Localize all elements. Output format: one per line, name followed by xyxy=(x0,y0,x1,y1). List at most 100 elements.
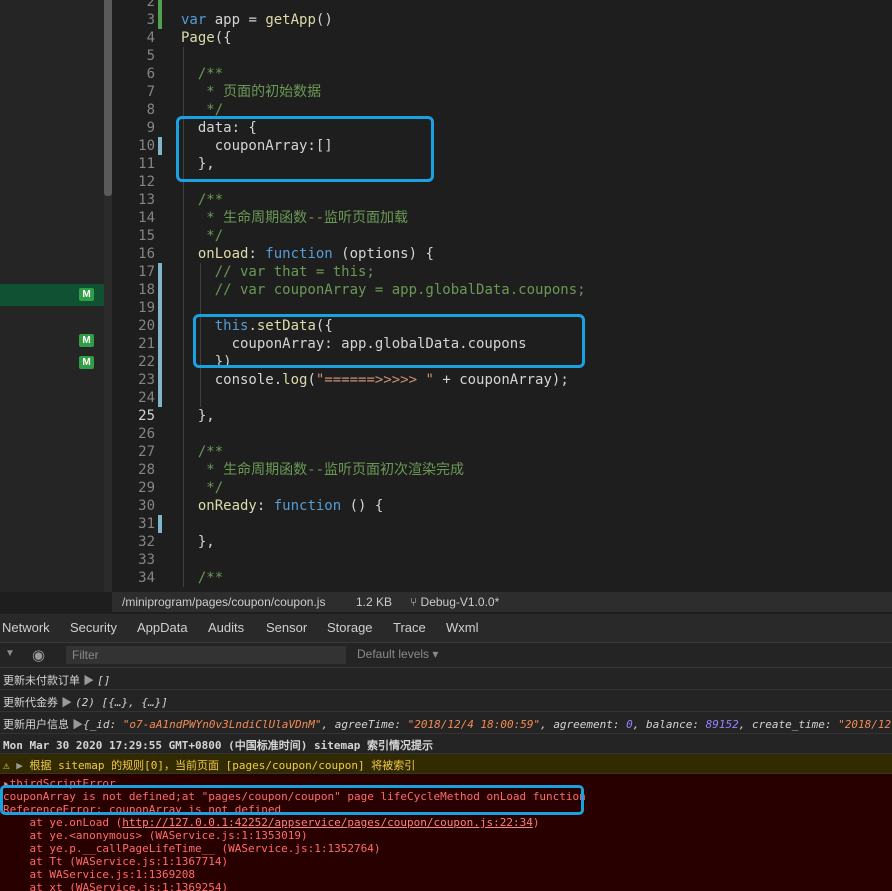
line-number: 27 xyxy=(138,444,155,460)
code-line[interactable]: 16 onLoad: function (options) { xyxy=(112,245,892,263)
git-change-marker xyxy=(158,0,162,11)
console-warning: ⚠ ▶ 根据 sitemap 的规则[0]，当前页面 [pages/coupon… xyxy=(0,754,892,774)
code-text: console.log("======>>>>> " + couponArray… xyxy=(181,372,569,388)
line-number: 24 xyxy=(138,390,155,406)
code-text: }, xyxy=(181,534,215,550)
indent-guide xyxy=(183,389,184,407)
code-text: * 生命周期函数--监听页面加载 xyxy=(197,210,409,226)
line-number: 22 xyxy=(138,354,155,370)
code-line[interactable]: 5 xyxy=(112,47,892,65)
code-text: Page({ xyxy=(181,30,232,46)
code-line[interactable]: 7 * 页面的初始数据 xyxy=(112,83,892,101)
code-line[interactable]: 31 xyxy=(112,515,892,533)
code-line[interactable]: 24 xyxy=(112,389,892,407)
code-text: }, xyxy=(181,408,215,424)
line-number: 23 xyxy=(138,372,155,388)
code-line[interactable]: 4 Page({ xyxy=(112,29,892,47)
explorer-item[interactable]: M xyxy=(0,330,104,352)
git-change-marker xyxy=(158,353,162,371)
tab-network[interactable]: Network xyxy=(2,620,50,635)
git-change-marker xyxy=(158,137,162,155)
default-levels-select[interactable]: Default levels ▾ xyxy=(357,647,438,661)
code-text: onReady: function () { xyxy=(197,498,384,514)
git-change-marker xyxy=(158,389,162,407)
tab-trace[interactable]: Trace xyxy=(393,620,426,635)
code-text: onLoad: function (options) { xyxy=(197,246,434,262)
indent-guide xyxy=(183,551,184,569)
line-number: 34 xyxy=(138,570,155,586)
modified-badge: M xyxy=(79,288,94,301)
tab-sensor[interactable]: Sensor xyxy=(266,620,307,635)
line-number: 16 xyxy=(138,246,155,262)
git-change-marker xyxy=(158,263,162,281)
git-change-marker xyxy=(158,11,162,29)
line-number: 10 xyxy=(138,138,155,154)
code-text: */ xyxy=(197,228,224,244)
code-line[interactable]: 14 * 生命周期函数--监听页面加载 xyxy=(112,209,892,227)
code-line[interactable]: 3 var app = getApp() xyxy=(112,11,892,29)
git-change-marker xyxy=(158,281,162,299)
code-line[interactable]: 29 */ xyxy=(112,479,892,497)
code-line[interactable]: 2 xyxy=(112,0,892,11)
explorer-scrollbar[interactable] xyxy=(104,0,112,196)
expand-arrow-icon[interactable]: ▶ xyxy=(16,759,23,772)
code-text: /** xyxy=(197,66,224,82)
tab-wxml[interactable]: Wxml xyxy=(446,620,479,635)
file-explorer: M M M xyxy=(0,0,104,592)
code-line[interactable]: 30 onReady: function () { xyxy=(112,497,892,515)
console-error: ▸thirdScriptError couponArray is not def… xyxy=(0,774,892,891)
line-number: 5 xyxy=(146,48,155,64)
tab-security[interactable]: Security xyxy=(70,620,117,635)
dropdown-arrow-icon[interactable]: ▼ xyxy=(5,648,15,659)
line-number: 9 xyxy=(146,120,155,136)
explorer-item-active[interactable]: M xyxy=(0,284,104,306)
eye-icon[interactable]: ◉ xyxy=(32,646,45,664)
highlight-box-data xyxy=(176,116,434,182)
code-line[interactable]: 13 /** xyxy=(112,191,892,209)
highlight-box-error xyxy=(0,785,584,815)
indent-guide xyxy=(183,299,184,317)
line-number: 19 xyxy=(138,300,155,316)
line-number: 14 xyxy=(138,210,155,226)
code-line[interactable]: 32 }, xyxy=(112,533,892,551)
code-line[interactable]: 23 console.log("======>>>>> " + couponAr… xyxy=(112,371,892,389)
code-line[interactable]: 27 /** xyxy=(112,443,892,461)
line-number: 17 xyxy=(138,264,155,280)
console-log-line: 更新代金券 ▶ (2) [{…}, {…}] xyxy=(0,690,892,712)
line-number: 15 xyxy=(138,228,155,244)
tab-storage[interactable]: Storage xyxy=(327,620,373,635)
stack-link[interactable]: http://127.0.0.1:42252/appservice/pages/… xyxy=(122,816,533,829)
tab-audits[interactable]: Audits xyxy=(208,620,244,635)
git-change-marker xyxy=(158,515,162,533)
code-line[interactable]: 26 xyxy=(112,425,892,443)
explorer-item[interactable]: M xyxy=(0,352,104,374)
code-line[interactable]: 34 /** xyxy=(112,569,892,587)
line-number: 2 xyxy=(146,0,155,10)
indent-guide xyxy=(183,515,184,533)
code-line[interactable]: 33 xyxy=(112,551,892,569)
code-line[interactable]: 15 */ xyxy=(112,227,892,245)
filter-input[interactable] xyxy=(66,646,346,664)
git-change-marker xyxy=(158,371,162,389)
code-line[interactable]: 6 /** xyxy=(112,65,892,83)
indent-guide xyxy=(183,425,184,443)
code-editor[interactable]: 2 3 var app = getApp() 4 Page({5 6 /** 7 * 页面的… xyxy=(112,0,892,592)
line-number: 8 xyxy=(146,102,155,118)
line-number: 30 xyxy=(138,498,155,514)
indent-guide xyxy=(183,47,184,65)
code-text: // var couponArray = app.globalData.coup… xyxy=(214,282,586,298)
line-number: 31 xyxy=(138,516,155,532)
modified-badge: M xyxy=(79,334,94,347)
code-text: var app = getApp() xyxy=(181,12,333,28)
line-number: 12 xyxy=(138,174,155,190)
code-line[interactable]: 18 // var couponArray = app.globalData.c… xyxy=(112,281,892,299)
console-info-line: Mon Mar 30 2020 17:29:55 GMT+0800 (中国标准时… xyxy=(0,734,892,754)
line-number: 4 xyxy=(146,30,155,46)
code-line[interactable]: 25 }, xyxy=(112,407,892,425)
line-number: 25 xyxy=(138,408,155,424)
git-change-marker xyxy=(158,317,162,335)
code-line[interactable]: 17 // var that = this; xyxy=(112,263,892,281)
git-branch[interactable]: ⑂ Debug-V1.0.0* xyxy=(410,592,499,612)
code-line[interactable]: 28 * 生命周期函数--监听页面初次渲染完成 xyxy=(112,461,892,479)
tab-appdata[interactable]: AppData xyxy=(137,620,188,635)
